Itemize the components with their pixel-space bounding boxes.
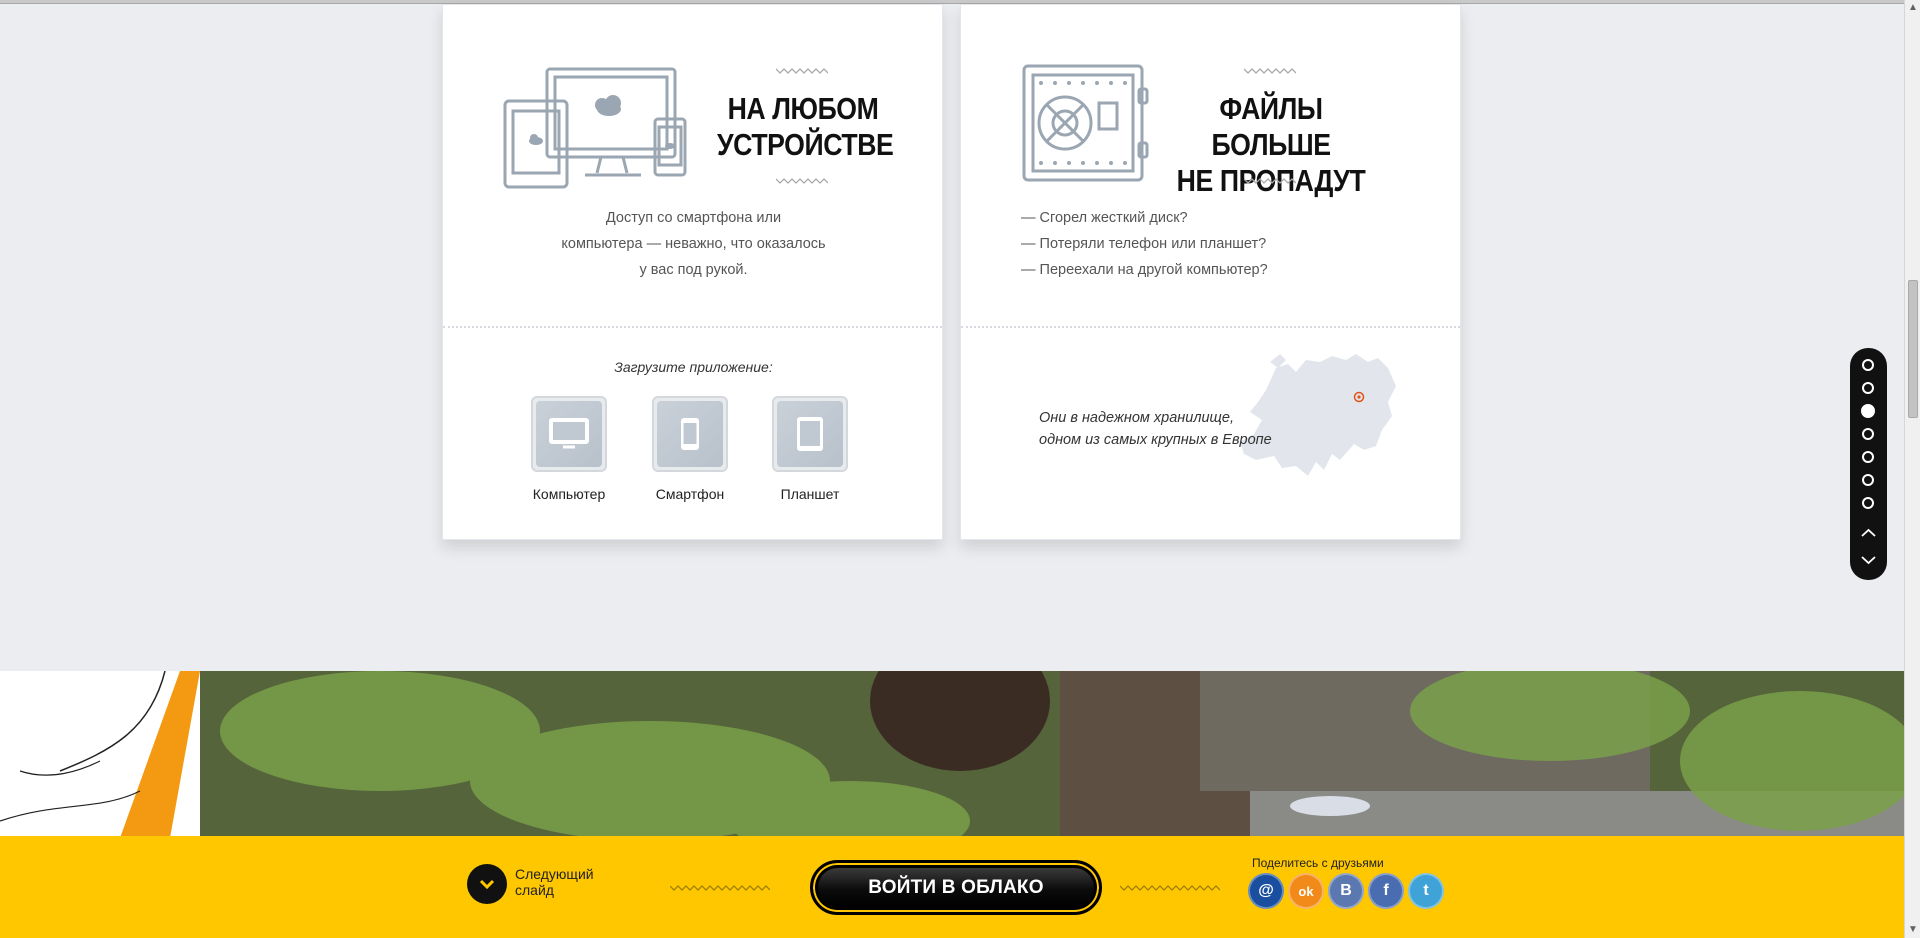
devices-description: Доступ со смартфона или компьютера — нев… [443,205,944,283]
facebook-icon: f [1383,882,1389,899]
devices-illustration-icon [503,67,687,189]
mail-icon: @ [1258,882,1274,899]
slide-dot-5[interactable] [1862,451,1874,463]
devices-title-line1: НА ЛЮБОМ [727,91,879,126]
download-smartphone-label: Смартфон [655,486,725,502]
photo-scene [0,671,1904,838]
odnoklassniki-icon: ok [1298,883,1314,899]
chevron-down-icon [479,879,495,890]
vertical-scrollbar[interactable]: ▲ ▼ [1904,0,1920,938]
title-bottom-ornament [776,178,828,184]
footer-ornament-left [670,885,770,891]
description-line: у вас под рукой. [639,262,748,278]
smartphone-icon [681,418,699,450]
list-item: — Потеряли телефон или планшет? [1021,236,1267,252]
share-mail-button[interactable]: @ [1248,873,1284,909]
chevron-down-icon[interactable] [1860,553,1877,567]
slide-navigation [1850,348,1887,580]
safe-icon [1022,64,1149,182]
share-vkontakte-button[interactable]: В [1328,873,1364,909]
download-label: Загрузите приложение: [614,359,773,375]
footer-bar: Следующий слайд ВОЙТИ В ОБЛАКО Поделитес… [0,836,1904,938]
title-top-ornament [776,68,828,74]
slide-dot-6[interactable] [1862,474,1874,486]
download-tablet-button[interactable] [772,396,848,472]
download-computer-button[interactable] [531,396,607,472]
dotted-divider [961,326,1460,328]
slide-dot-7[interactable] [1862,497,1874,509]
share-odnoklassniki-button[interactable]: ok [1288,873,1324,909]
next-slide-label[interactable]: Следующий слайд [515,866,594,898]
download-tablet-label: Планшет [780,486,840,502]
login-cloud-label: ВОЙТИ В ОБЛАКО [868,876,1044,898]
slide-dot-1[interactable] [1862,359,1874,371]
monitor-icon [549,418,589,449]
devices-title-line2: УСТРОЙСТВЕ [717,127,894,162]
title-top-ornament [1244,68,1296,74]
description-line: компьютера — неважно, что оказалось [561,236,826,252]
scrollbar-thumb[interactable] [1908,280,1918,418]
next-label-line1: Следующий [515,866,594,882]
chevron-up-icon[interactable] [1860,526,1877,540]
share-label: Поделитесь с друзьями [1252,856,1384,870]
safety-card: ФАЙЛЫ БОЛЬШЕ НЕ ПРОПАДУТ — Сгорел жестки… [960,4,1461,540]
slide-dot-2[interactable] [1862,382,1874,394]
panda-photo [0,671,1904,838]
scroll-down-arrow-icon[interactable]: ▼ [1905,922,1920,938]
tablet-icon [797,417,823,451]
twitter-icon: t [1423,882,1429,899]
list-item: — Переехали на другой компьютер? [1021,262,1268,278]
next-label-line2: слайд [515,882,554,898]
browser-top-edge [0,0,1904,4]
footer-ornament-right [1120,885,1220,891]
safety-title-line1: ФАЙЛЫ БОЛЬШЕ [1211,91,1331,162]
share-twitter-button[interactable]: t [1408,873,1444,909]
europe-storage-text: Они в надежном хранилище, одном из самых… [1039,407,1272,451]
devices-title: НА ЛЮБОМ УСТРОЙСТВЕ [717,91,894,163]
scroll-up-arrow-icon[interactable]: ▲ [1905,0,1920,16]
login-cloud-button[interactable]: ВОЙТИ В ОБЛАКО [810,860,1102,915]
europe-text-line: Они в надежном хранилище, [1039,410,1234,426]
list-item: — Сгорел жесткий диск? [1021,210,1188,226]
devices-card: НА ЛЮБОМ УСТРОЙСТВЕ Доступ со смартфона … [442,4,943,540]
slide-dot-3[interactable] [1861,404,1875,418]
dotted-divider [443,326,942,328]
vkontakte-icon: В [1340,882,1352,899]
safety-list: — Сгорел жесткий диск? — Потеряли телефо… [1021,205,1268,283]
title-bottom-ornament [1244,178,1296,184]
slide-dot-4[interactable] [1862,428,1874,440]
download-smartphone-button[interactable] [652,396,728,472]
europe-text-line: одном из самых крупных в Европе [1039,432,1272,448]
share-facebook-button[interactable]: f [1368,873,1404,909]
download-computer-label: Компьютер [532,486,606,502]
description-line: Доступ со смартфона или [605,210,782,226]
next-slide-button[interactable] [467,864,507,904]
